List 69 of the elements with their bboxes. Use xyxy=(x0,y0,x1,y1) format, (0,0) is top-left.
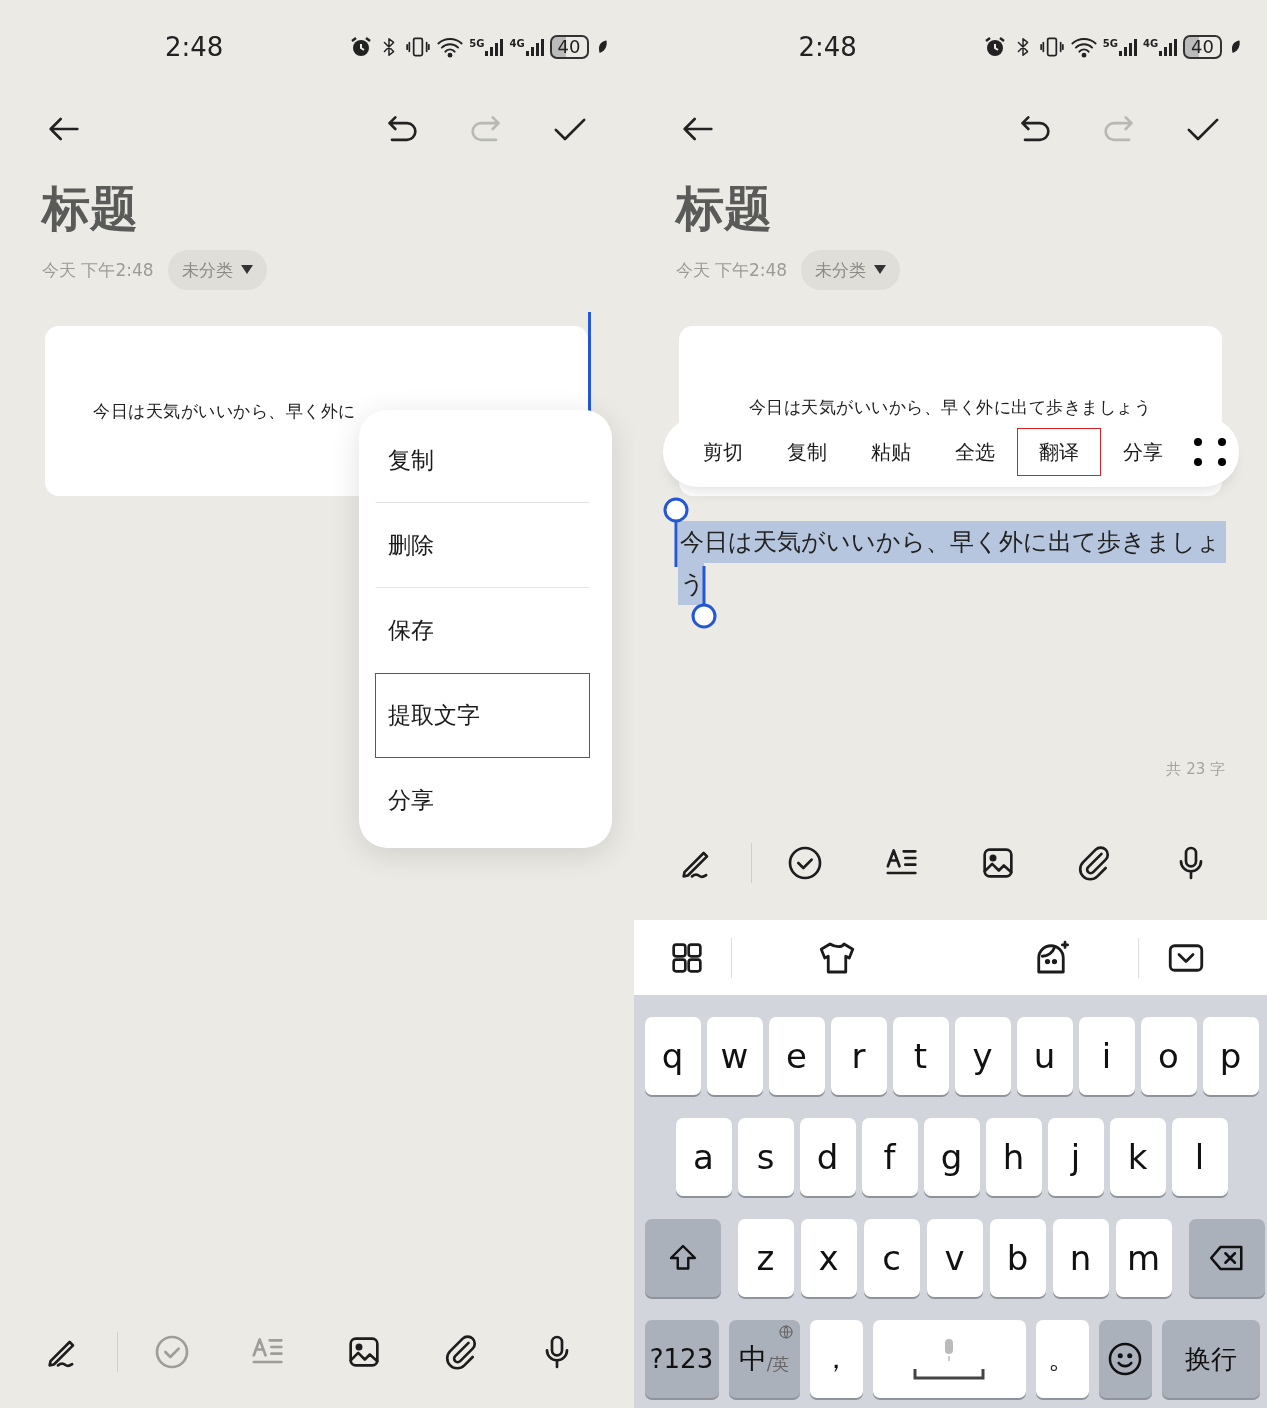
keyboard-key[interactable]: ?123 xyxy=(644,1320,719,1398)
keyboard-key[interactable]: c xyxy=(863,1219,920,1297)
keyboard-key[interactable]: p xyxy=(1202,1017,1259,1095)
note-date: 今天 下午2:48 xyxy=(42,258,154,282)
keyboard-key[interactable]: x xyxy=(800,1219,857,1297)
keyboard-key[interactable]: 换行 xyxy=(1161,1320,1260,1398)
keyboard-key[interactable]: m xyxy=(1115,1219,1172,1297)
signal-indicator: 5G xyxy=(1102,37,1138,57)
keyboard-key[interactable] xyxy=(1098,1320,1152,1398)
menu-item[interactable]: 复制 xyxy=(375,418,590,503)
menu-item[interactable]: 保存 xyxy=(375,588,590,673)
keyboard-key[interactable]: v xyxy=(926,1219,983,1297)
keyboard-key[interactable]: ， xyxy=(809,1320,863,1398)
keyboard-key[interactable]: z xyxy=(737,1219,794,1297)
globe-icon xyxy=(777,1324,794,1340)
caret-icon xyxy=(240,265,253,275)
note-title[interactable]: 标题 xyxy=(42,176,634,240)
image-text: 今日は天気がいいから、早く外に xyxy=(93,400,356,422)
keyboard-key[interactable]: e xyxy=(768,1017,825,1095)
keyboard-key[interactable]: d xyxy=(799,1118,856,1196)
keyboard-key[interactable]: a xyxy=(675,1118,732,1196)
menu-item[interactable]: 粘贴 xyxy=(848,428,933,476)
keyboard-key[interactable]: l xyxy=(1171,1118,1228,1196)
keyboard-key[interactable]: 。 xyxy=(1035,1320,1089,1398)
status-time: 2:48 xyxy=(165,32,224,62)
keyboard-key[interactable]: b xyxy=(989,1219,1046,1297)
keyboard-key[interactable]: n xyxy=(1052,1219,1109,1297)
menu-item[interactable]: 分享 xyxy=(1100,428,1185,476)
keyboard-key[interactable]: r xyxy=(830,1017,887,1095)
menu-item[interactable]: 复制 xyxy=(764,428,849,476)
keyboard-key[interactable]: h xyxy=(985,1118,1042,1196)
menu-item[interactable]: 分享 xyxy=(375,758,590,843)
status-time: 2:48 xyxy=(798,32,857,62)
menu-item[interactable]: 全选 xyxy=(932,428,1017,476)
keyboard-key[interactable]: g xyxy=(923,1118,980,1196)
keyboard-key[interactable]: w xyxy=(706,1017,763,1095)
battery-indicator: 40 xyxy=(549,35,589,59)
keyboard-key[interactable]: q xyxy=(644,1017,701,1095)
keyboard-key[interactable]: i xyxy=(1078,1017,1135,1095)
keyboard-key[interactable]: s xyxy=(737,1118,794,1196)
signal-indicator: 4G xyxy=(1142,37,1179,57)
vibrate-icon xyxy=(1038,34,1065,60)
selected-text[interactable]: 今日は天気がいいから、早く外に出て歩きましょう xyxy=(677,521,1226,605)
vibrate-icon xyxy=(405,34,432,60)
note-title[interactable]: 标题 xyxy=(675,176,1267,240)
more-icon[interactable] xyxy=(1192,435,1227,469)
keyboard-key[interactable]: y xyxy=(954,1017,1011,1095)
menu-item[interactable]: 删除 xyxy=(375,503,590,588)
menu-item[interactable]: 提取文字 xyxy=(375,673,590,758)
keyboard-key[interactable]: 中/英 xyxy=(728,1320,800,1398)
keyboard-key[interactable] xyxy=(644,1219,721,1297)
caret-icon xyxy=(874,265,887,275)
emoji-icon xyxy=(1106,1340,1144,1378)
menu-item[interactable]: 翻译 xyxy=(1016,428,1101,476)
keyboard-key[interactable]: j xyxy=(1047,1118,1104,1196)
image-text: 今日は天気がいいから、早く外に出て歩きましょう xyxy=(748,396,1152,418)
keyboard-key[interactable]: u xyxy=(1016,1017,1073,1095)
keyboard-key[interactable]: o xyxy=(1140,1017,1197,1095)
space-bar-icon xyxy=(913,1368,985,1380)
signal-indicator: 4G xyxy=(509,37,545,57)
note-date: 今天 下午2:48 xyxy=(675,258,788,282)
keyboard-key[interactable] xyxy=(1188,1219,1265,1297)
keyboard-key[interactable]: k xyxy=(1109,1118,1166,1196)
word-count: 共 23 字 xyxy=(1166,759,1225,780)
keyboard-key[interactable]: f xyxy=(861,1118,918,1196)
battery-indicator: 40 xyxy=(1183,35,1222,59)
signal-indicator: 5G xyxy=(469,37,505,57)
menu-item[interactable]: 剪切 xyxy=(680,428,765,476)
keyboard-key[interactable]: t xyxy=(892,1017,949,1095)
